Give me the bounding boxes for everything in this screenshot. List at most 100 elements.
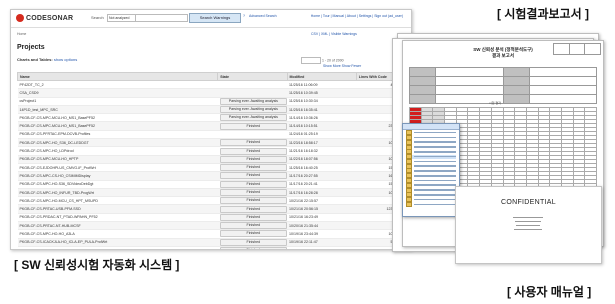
search-scope-select[interactable]: Not analyzed [107, 14, 136, 22]
search-input[interactable] [135, 14, 188, 22]
table-row[interactable]: PKGB-CF-CS-MPC-MCU-HO_MS1_BasePF52 Finish… [17, 121, 403, 131]
table-row[interactable]: PKGB-CF-CS-PRDAC-NT_PTAD-WPAHN_PF52 Finis… [17, 213, 403, 223]
modified-cell: 10/21/16 22:15:57 [287, 196, 357, 206]
explorer-item-label [414, 151, 456, 153]
table-row[interactable]: PKGB-CF-CS-MPC-MCU-HO_HPTP Finished 11/22/… [17, 155, 403, 164]
explorer-item-label [414, 203, 456, 206]
project-name-cell[interactable]: 14P1D_test_MPC_SRC [17, 105, 218, 115]
table-row[interactable]: PKGB-CF-CS-MPC-MCU-HO_MS1_BasePF52 Parsin… [17, 113, 403, 123]
explorer-item[interactable] [406, 168, 456, 174]
status-badge: Finished [219, 122, 287, 130]
search-warnings-button[interactable]: Search Warnings [189, 13, 241, 23]
explorer-item[interactable] [406, 201, 456, 207]
table-row[interactable]: PKGB-CF-CS-ICACKJLA-HO_ICLA-EP_PULA-Prof… [17, 238, 403, 247]
show-more-fewer-links[interactable]: Show More Show Fewer [323, 64, 361, 68]
explorer-item-label [414, 184, 456, 187]
project-name-cell[interactable]: PKGB-CF-CS-PRTAC-NT-HUB-MCSF [17, 221, 218, 231]
project-name-cell[interactable]: PKGB-CF-CS-MPC-MCU-HO_MS1_BasePF52 [17, 121, 218, 131]
breadcrumb[interactable]: Home [17, 32, 26, 36]
address-line [513, 217, 543, 219]
show-options-link[interactable]: show options [54, 57, 77, 62]
project-name-cell[interactable]: PKGB-CF-CS-MPC-HO_INFUR_TBD-ProgWrt [17, 188, 218, 198]
explorer-item[interactable] [406, 134, 456, 140]
table-row[interactable]: PKGB-CF-CS-PRTRA-SMA-MARCKNETFinished10/… [17, 246, 403, 249]
table-row[interactable]: PKGB-CF-CS-MPC-CS-HO_CSIMIMDisplay Finish… [17, 171, 403, 181]
top-nav[interactable]: Home | Tour | Manual | About | Settings … [311, 14, 403, 18]
project-name-cell[interactable]: PKGB-CF-CS-MPC-HO_LDPdrod [17, 146, 218, 156]
status-badge: Finished [219, 189, 287, 196]
table-row[interactable]: PKGB-CF-CS-EJDOHPLUS_CMVG-IF_ProfWrt Fini… [17, 163, 403, 173]
table-row[interactable]: CSA_CSD911/25/16 10:39:4529 [17, 88, 403, 98]
project-name-cell[interactable]: PKGB-CF-CS-PRTRA-SMA-MARCKNET [17, 246, 218, 249]
project-name-cell[interactable]: PKGB-CF-CS-ICACKJLA-HO_ICLA-EP_PULA-Prof… [17, 238, 218, 247]
table-row[interactable]: 14P1D_test_MPC_SRC Parsing ever. Awaiting… [17, 105, 403, 115]
explorer-item[interactable] [406, 154, 456, 160]
explorer-item[interactable] [406, 182, 456, 188]
explorer-item[interactable] [406, 197, 456, 203]
status-badge: Finished [219, 180, 287, 188]
project-name-cell[interactable]: PKGB-CF-CS-MPC-HO-MCU_CS_HPT_MSUPD [17, 196, 218, 206]
state-cell: Parsing ever. Awaiting analysis [217, 105, 287, 115]
table-row[interactable]: PKGB-CF-CS-PRTAC-NT-HUB-MCSF Finished 10/2… [17, 221, 403, 231]
explorer-item[interactable] [406, 178, 456, 183]
modified-cell: 11/21/16 16:18:32 [287, 146, 357, 156]
search-help-icon[interactable]: ? [243, 14, 245, 18]
project-links[interactable]: CSV | XML | Visible Warnings [311, 32, 357, 36]
state-cell: Parsing ever. Awaiting analysis [217, 113, 287, 123]
status-badge: Finished [219, 139, 287, 146]
status-badge: Finished [219, 164, 287, 171]
table-row[interactable]: csProject1 Parsing ever. Awaiting analysi… [17, 97, 403, 106]
explorer-item[interactable] [406, 192, 456, 198]
modified-cell: 11/23/16 18:58:17 [287, 138, 357, 148]
explorer-item[interactable] [406, 158, 456, 164]
explorer-titlebar[interactable] [403, 124, 459, 130]
project-name-cell[interactable]: PKGB-CF-CS-EJDOHPLUS_CMVG-IF_ProfWrt [17, 163, 218, 173]
status-badge: Finished [219, 197, 287, 204]
project-name-cell[interactable]: PKGB-CF-CS-MPC-MCU-HO_HPTP [17, 155, 218, 164]
table-row[interactable]: PF42DT_TC_211/25/16 11:06:0944733 [17, 80, 403, 90]
advanced-search-link[interactable]: Advanced Search [249, 14, 277, 18]
table-row[interactable]: PKGB-CF-CS-MPC-HO_LDPdrod Finished 11/21/1… [17, 146, 403, 156]
table-row[interactable]: PKGB-CF-CS-PFRTAC-EPM-DCVB-Profiles 11/24… [17, 130, 403, 140]
codesonar-window: CODESONAR Search Not analyzed Search War… [10, 9, 412, 250]
page-title: Projects [17, 44, 45, 51]
explorer-item[interactable] [406, 163, 456, 169]
column-header-modified[interactable]: Modified [286, 72, 357, 81]
status-badge: Finished [219, 222, 287, 229]
column-header-state[interactable]: State [217, 72, 288, 81]
state-cell: Finished [217, 138, 287, 148]
project-name-cell[interactable]: PKGB-CF-CS-MPC-HO-S36_SDVideoDebDgt [17, 180, 218, 189]
project-name-cell[interactable]: PKGB-CF-CS-PRDAC-NT_PTAD-WPAHN_PF52 [17, 213, 218, 223]
state-cell: Finished [217, 180, 287, 189]
table-row[interactable]: PKGB-CF-CS-MPC-HO-MCU_CS_HPT_MSUPD Finish… [17, 196, 403, 206]
project-name-cell[interactable]: PKGB-CF-CS-MPC-CS-HO_CSIMIMDisplay [17, 171, 218, 181]
explorer-item-label [414, 160, 456, 163]
project-name-cell[interactable]: PKGB-CF-CS-MPC-MCU-HO_MS1_BasePF52 [17, 113, 218, 123]
project-name-cell[interactable]: PKGB-CF-CS-PFRTAC-EPM-DCVB-Profiles [17, 130, 218, 140]
table-row[interactable]: PKGB-CF-CS-PRTAC-USB-PFM-SSD Finished 10/2… [17, 204, 403, 214]
codesonar-header: CODESONAR Search Not analyzed Search War… [11, 10, 411, 28]
table-row[interactable]: PKGB-CF-CS-MPC-HO_S36_DC-LEDDGT Finished 1… [17, 138, 403, 148]
table-row[interactable]: PKGB-CF-CS-MPC-HO-HO_A3LA Finished 10/19/1… [17, 229, 403, 239]
codesonar-logo[interactable]: CODESONAR [16, 14, 73, 22]
table-row[interactable]: PKGB-CF-CS-MPC-HO_INFUR_TBD-ProgWrt Finis… [17, 188, 403, 198]
explorer-item[interactable] [406, 149, 456, 155]
explorer-item[interactable] [406, 187, 456, 193]
explorer-item[interactable] [406, 173, 456, 179]
confidential-title: CONFIDENTIAL [501, 199, 556, 206]
report-title: SW 신뢰성 분석 (정적분석도구) 결과 보고서 [443, 47, 563, 59]
explorer-item[interactable] [406, 139, 456, 145]
explorer-item[interactable] [406, 144, 456, 150]
project-name-cell[interactable]: CSA_CSD9 [17, 88, 218, 98]
column-header-name[interactable]: Name [16, 72, 219, 81]
project-name-cell[interactable]: PKGB-CF-CS-PRTAC-USB-PFM-SSD [17, 204, 218, 214]
modified-cell: 11/17/16 16:28:28 [287, 188, 357, 198]
project-name-cell[interactable]: PKGB-CF-CS-MPC-HO-HO_A3LA [17, 229, 218, 239]
explorer-item-label [414, 198, 456, 201]
project-name-cell[interactable]: csProject1 [17, 97, 218, 106]
table-row[interactable]: PKGB-CF-CS-MPC-HO-S36_SDVideoDebDgt Finis… [17, 180, 403, 189]
project-name-cell[interactable]: PF42DT_TC_2 [17, 80, 218, 90]
page-select[interactable] [301, 57, 321, 64]
project-name-cell[interactable]: PKGB-CF-CS-MPC-HO_S36_DC-LEDDGT [17, 138, 218, 148]
explorer-item[interactable] [406, 130, 456, 136]
